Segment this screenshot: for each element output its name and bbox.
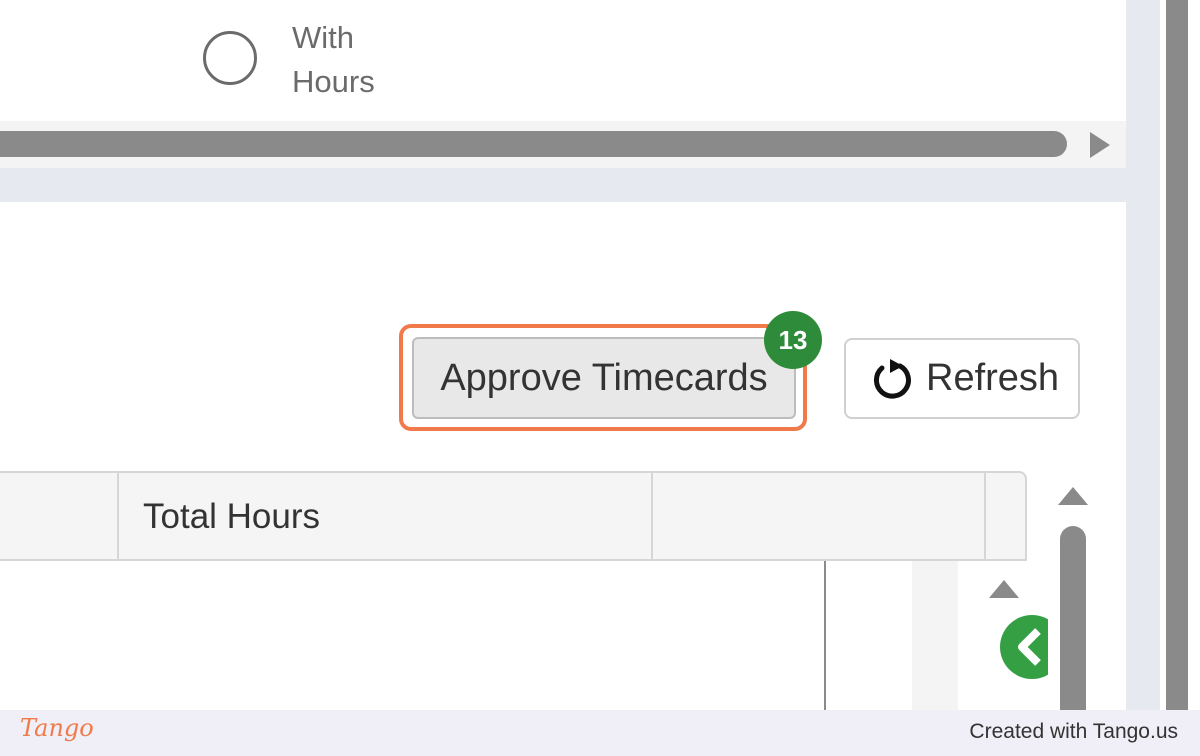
refresh-icon	[870, 356, 916, 402]
refresh-label: Refresh	[926, 357, 1060, 399]
column-header-total-hours[interactable]: Total Hours	[143, 497, 320, 537]
right-gutter	[1126, 0, 1160, 710]
panel-separator	[0, 168, 1126, 202]
page-scrollbar[interactable]	[1166, 0, 1188, 710]
scroll-up-arrow-icon[interactable]	[989, 580, 1019, 598]
tango-logo[interactable]: Tango	[20, 714, 94, 742]
grid-body-gutter	[912, 561, 958, 710]
chevron-left-icon	[1014, 627, 1044, 667]
column-divider[interactable]	[651, 471, 653, 561]
refresh-button[interactable]: Refresh	[844, 338, 1080, 419]
step-highlight-frame	[399, 324, 807, 431]
pending-count: 13	[778, 324, 808, 355]
page-edge	[1188, 0, 1200, 710]
column-divider[interactable]	[984, 471, 986, 561]
scroll-right-arrow-icon[interactable]	[1090, 132, 1110, 158]
with-hours-label: With Hours	[292, 20, 375, 99]
column-divider[interactable]	[117, 471, 119, 561]
grid-body-divider	[824, 561, 826, 710]
vertical-scrollbar-thumb[interactable]	[1060, 526, 1086, 710]
scroll-up-arrow-icon[interactable]	[1058, 487, 1088, 505]
with-hours-radio[interactable]	[203, 31, 257, 85]
pending-count-badge: 13	[764, 311, 822, 369]
created-with-credit[interactable]: Created with Tango.us	[969, 720, 1178, 744]
horizontal-scrollbar-thumb[interactable]	[0, 131, 1067, 157]
